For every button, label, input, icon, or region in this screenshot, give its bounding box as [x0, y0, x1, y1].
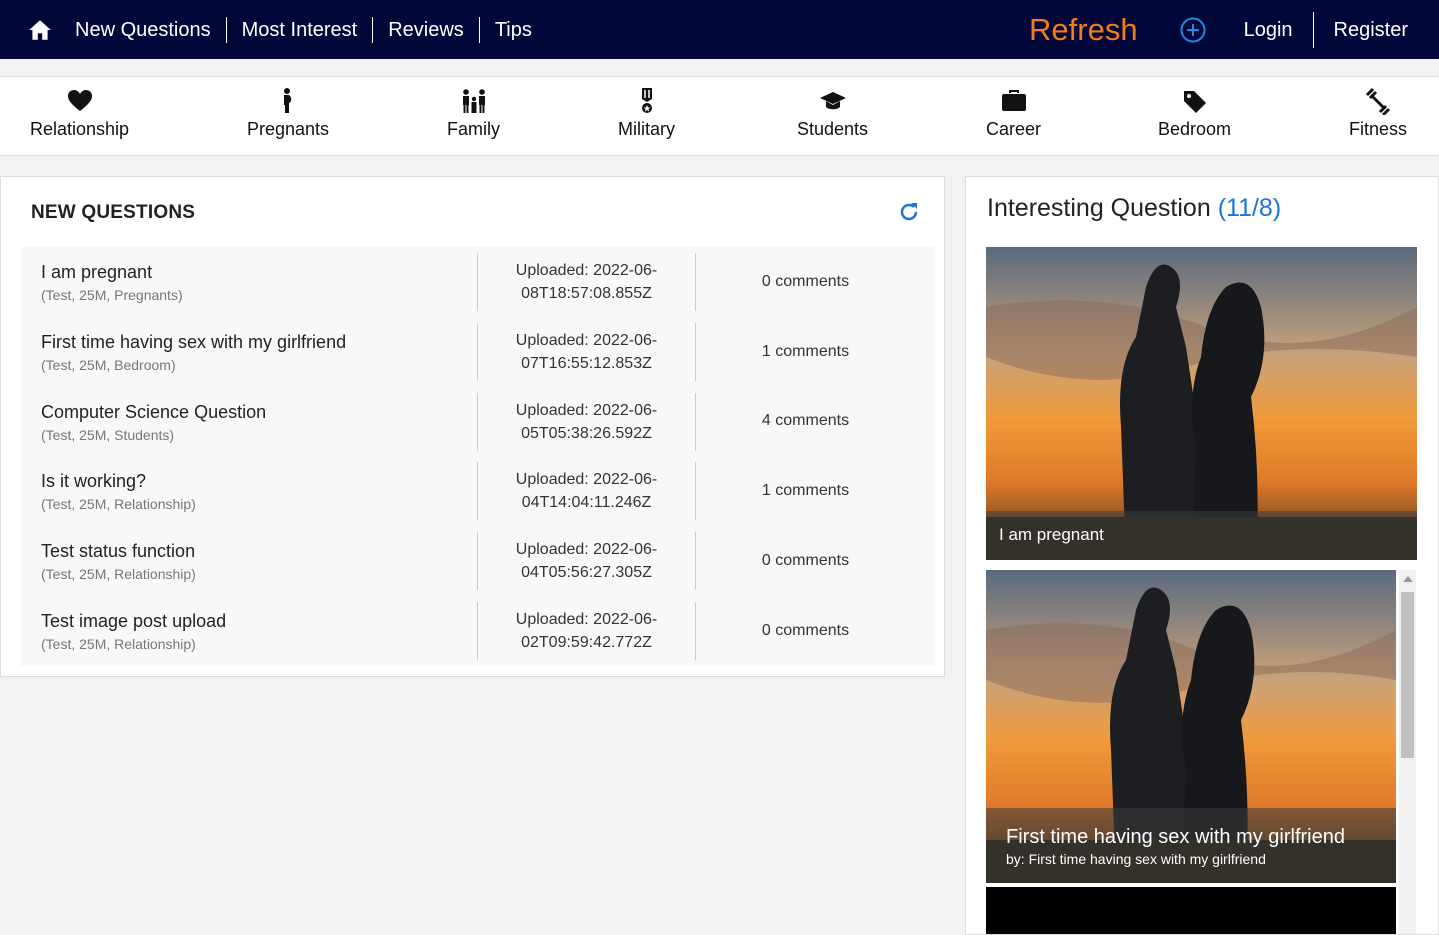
category-relationship[interactable]: Relationship — [30, 87, 129, 140]
refresh-button[interactable]: Refresh — [1029, 12, 1138, 48]
category-label: Bedroom — [1158, 119, 1232, 139]
interesting-question-panel: Interesting Question (11/8) I am pregnan… — [965, 176, 1439, 935]
graduation-cap-icon — [819, 92, 846, 110]
category-label: Military — [618, 119, 675, 139]
family-icon — [462, 89, 485, 113]
scroll-up-arrow-icon[interactable] — [1403, 576, 1413, 582]
category-military[interactable]: Military — [618, 87, 675, 140]
category-label: Career — [986, 119, 1042, 139]
question-date: Uploaded: 2022-06-02T09:59:42.772Z — [477, 601, 696, 660]
category-fitness[interactable]: Fitness — [1349, 87, 1407, 140]
question-list: I am pregnant (Test, 25M, Pregnants) Upl… — [21, 247, 935, 666]
question-meta: (Test, 25M, Relationship) — [41, 635, 196, 652]
nav-links: New Questions Most Interest Reviews Tips — [70, 16, 547, 43]
question-uploaded: Uploaded: 2022-06-02T09:59:42.772Z — [515, 610, 658, 651]
register-link[interactable]: Register — [1312, 11, 1439, 48]
heart-icon — [67, 90, 92, 111]
card-caption: I am pregnant — [986, 511, 1417, 560]
pregnant-icon — [284, 88, 292, 113]
interesting-card[interactable] — [986, 887, 1396, 934]
question-comments: 4 comments — [761, 412, 850, 430]
nav-reviews[interactable]: Reviews — [372, 16, 479, 43]
question-row[interactable]: Computer Science Question (Test, 25M, St… — [21, 387, 935, 457]
question-comments: 1 comments — [761, 482, 850, 500]
question-meta: (Test, 25M, Relationship) — [41, 496, 196, 513]
cards-scrollbar[interactable] — [1399, 570, 1416, 934]
scroll-thumb[interactable] — [1401, 592, 1414, 758]
new-questions-panel: NEW QUESTIONS I am pregnant (Test, 25M, … — [0, 176, 945, 677]
category-bedroom[interactable]: Bedroom — [1158, 87, 1231, 140]
question-uploaded: Uploaded: 2022-06-05T05:38:26.592Z — [515, 401, 658, 442]
category-pregnants[interactable]: Pregnants — [247, 87, 329, 140]
briefcase-icon — [1001, 90, 1026, 111]
question-row[interactable]: Test image post upload (Test, 25M, Relat… — [21, 596, 935, 666]
interesting-card[interactable]: First time having sex with my girlfriend… — [986, 570, 1396, 883]
new-questions-title: NEW QUESTIONS — [31, 202, 196, 223]
category-career[interactable]: Career — [986, 87, 1041, 140]
question-row[interactable]: First time having sex with my girlfriend… — [21, 317, 935, 387]
question-uploaded: Uploaded: 2022-06-04T05:56:27.305Z — [515, 541, 658, 582]
category-family[interactable]: Family — [447, 87, 500, 140]
add-question-icon[interactable] — [1180, 17, 1206, 43]
question-title: First time having sex with my girlfriend — [41, 331, 347, 352]
question-meta: (Test, 25M, Pregnants) — [41, 287, 183, 303]
dumbbell-icon — [1365, 87, 1391, 115]
interesting-title-text: Interesting Question — [987, 194, 1211, 222]
category-bar: Relationship Pregnants Family Military S… — [0, 76, 1439, 156]
question-date: Uploaded: 2022-06-04T05:56:27.305Z — [477, 532, 696, 591]
question-uploaded: Uploaded: 2022-06-07T16:55:12.853Z — [515, 331, 658, 372]
interesting-card[interactable]: I am pregnant — [986, 247, 1417, 560]
question-title: Computer Science Question — [41, 401, 267, 422]
question-uploaded: Uploaded: 2022-06-08T18:57:08.855Z — [515, 262, 658, 302]
question-comments: 1 comments — [761, 342, 850, 360]
interesting-title: Interesting Question (11/8) — [987, 194, 1281, 223]
home-icon[interactable] — [20, 0, 60, 59]
question-title: I am pregnant — [41, 262, 153, 282]
question-row[interactable]: Is it working? (Test, 25M, Relationship)… — [21, 456, 935, 526]
category-label: Family — [447, 119, 500, 139]
question-meta: (Test, 25M, Relationship) — [41, 566, 196, 583]
question-meta: (Test, 25M, Students) — [41, 426, 175, 443]
question-title: Test status function — [41, 541, 196, 562]
login-link[interactable]: Login — [1226, 12, 1313, 48]
question-comments: 0 comments — [761, 272, 850, 290]
question-meta: (Test, 25M, Bedroom) — [41, 356, 176, 373]
question-date: Uploaded: 2022-06-08T18:57:08.855Z — [477, 253, 696, 311]
question-uploaded: Uploaded: 2022-06-04T14:04:11.246Z — [515, 471, 658, 512]
category-label: Fitness — [1349, 119, 1408, 139]
tag-icon — [1183, 91, 1206, 113]
card-caption: First time having sex with my girlfriend… — [986, 808, 1396, 883]
nav-right: Refresh Login Register — [1029, 0, 1439, 59]
card-caption-title: First time having sex with my girlfriend — [1006, 826, 1345, 848]
question-comments: 0 comments — [761, 621, 850, 639]
nav-most-interest[interactable]: Most Interest — [225, 16, 373, 43]
nav-new-questions[interactable]: New Questions — [70, 17, 226, 43]
question-date: Uploaded: 2022-06-07T16:55:12.853Z — [477, 322, 696, 381]
nav-tips[interactable]: Tips — [478, 16, 547, 43]
question-row[interactable]: I am pregnant (Test, 25M, Pregnants) Upl… — [21, 247, 935, 317]
question-row[interactable]: Test status function (Test, 25M, Relatio… — [21, 526, 935, 596]
medal-icon — [641, 88, 652, 113]
card-caption-by: by: First time having sex with my girlfr… — [1006, 851, 1266, 867]
question-comments: 0 comments — [761, 552, 850, 570]
refresh-icon[interactable] — [897, 200, 921, 224]
category-label: Relationship — [30, 119, 130, 139]
category-label: Students — [797, 119, 869, 139]
interesting-count: (11/8) — [1217, 194, 1282, 222]
category-label: Pregnants — [247, 119, 330, 139]
category-students[interactable]: Students — [797, 87, 868, 140]
question-title: Is it working? — [41, 471, 147, 492]
top-navbar: New Questions Most Interest Reviews Tips… — [0, 0, 1439, 59]
question-date: Uploaded: 2022-06-04T14:04:11.246Z — [477, 462, 696, 521]
question-date: Uploaded: 2022-06-05T05:38:26.592Z — [477, 392, 696, 451]
question-title: Test image post upload — [41, 610, 227, 631]
